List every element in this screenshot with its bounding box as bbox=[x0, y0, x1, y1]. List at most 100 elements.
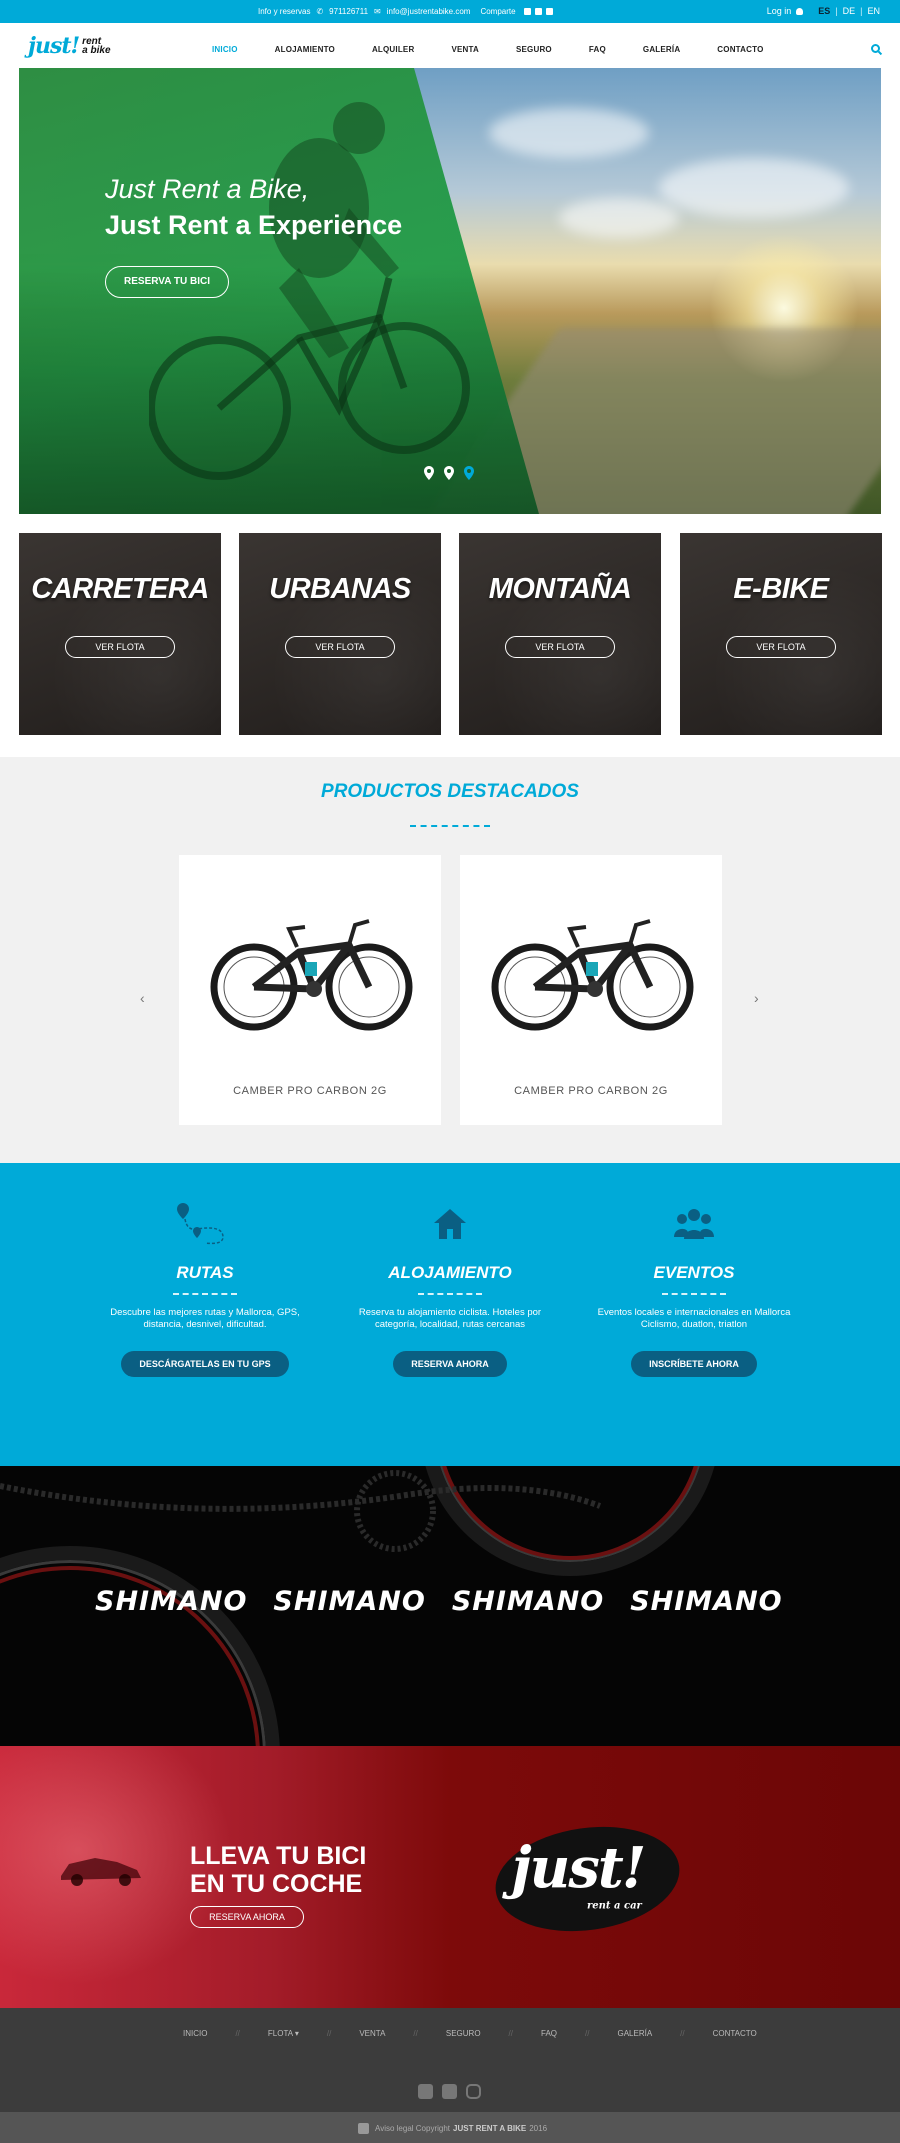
twitter-icon[interactable] bbox=[534, 8, 542, 15]
slide-dot-pin-icon[interactable] bbox=[424, 466, 434, 480]
service-divider bbox=[173, 1293, 237, 1295]
sponsor-logo[interactable]: SHIMANO bbox=[630, 1586, 782, 1617]
footer: INICIO // FLOTA ▾ // VENTA // SEGURO // … bbox=[0, 2008, 900, 2112]
footer-link-flota[interactable]: FLOTA ▾ bbox=[268, 2029, 299, 2038]
ver-flota-button[interactable]: VER FLOTA bbox=[726, 636, 836, 658]
footer-social bbox=[418, 2084, 481, 2099]
info-label: Info y reservas bbox=[258, 7, 311, 16]
category-tile-urbanas[interactable]: URBANAS VER FLOTA bbox=[239, 533, 441, 735]
contact-info: Info y reservas ✆ 971126711 ✉ info@justr… bbox=[258, 7, 553, 16]
featured-title: PRODUCTOS DESTACADOS bbox=[321, 781, 579, 802]
twitter-icon[interactable] bbox=[442, 2084, 457, 2099]
service-text: Eventos locales e internacionales en Mal… bbox=[597, 1307, 791, 1330]
reserve-now-button[interactable]: RESERVA AHORA bbox=[393, 1351, 507, 1377]
car-illustration bbox=[61, 1858, 141, 1886]
product-card[interactable]: CAMBER PRO CARBON 2G bbox=[179, 855, 441, 1125]
phone-link[interactable]: 971126711 bbox=[329, 7, 368, 16]
top-bar: Info y reservas ✆ 971126711 ✉ info@justr… bbox=[0, 0, 900, 23]
product-card[interactable]: CAMBER PRO CARBON 2G bbox=[460, 855, 722, 1125]
car-promo-band: LLEVA TU BICI EN TU COCHE RESERVA AHORA j… bbox=[0, 1746, 900, 2008]
promo-reserve-button[interactable]: RESERVA AHORA bbox=[190, 1906, 304, 1928]
instagram-icon[interactable] bbox=[466, 2084, 481, 2099]
product-name[interactable]: CAMBER PRO CARBON 2G bbox=[179, 1085, 441, 1097]
email-share-icon[interactable] bbox=[545, 8, 553, 15]
legal-link[interactable]: Aviso legal Copyright bbox=[375, 2124, 450, 2133]
nav-inicio[interactable]: INICIO bbox=[212, 45, 238, 54]
slide-dot-pin-icon[interactable] bbox=[444, 466, 454, 480]
lang-en[interactable]: EN bbox=[867, 6, 880, 16]
service-divider bbox=[418, 1293, 482, 1295]
category-tile-carretera[interactable]: CARRETERA VER FLOTA bbox=[19, 533, 221, 735]
route-map-icon bbox=[90, 1203, 320, 1247]
sponsor-logo[interactable]: SHIMANO bbox=[95, 1586, 247, 1617]
category-name: E-BIKE bbox=[733, 573, 829, 605]
cloud-shape bbox=[659, 158, 849, 218]
nav-seguro[interactable]: SEGURO bbox=[516, 45, 552, 54]
login-link[interactable]: Log in bbox=[767, 6, 792, 16]
nav-faq[interactable]: FAQ bbox=[589, 45, 606, 54]
slide-dot-pin-icon-active[interactable] bbox=[464, 466, 474, 480]
email-link[interactable]: info@justrentabike.com bbox=[387, 7, 471, 16]
site-mini-logo-icon bbox=[358, 2123, 369, 2134]
category-tile-montana[interactable]: MONTAÑA VER FLOTA bbox=[459, 533, 661, 735]
product-name[interactable]: CAMBER PRO CARBON 2G bbox=[460, 1085, 722, 1097]
service-title: ALOJAMIENTO bbox=[388, 1263, 512, 1282]
service-title: EVENTOS bbox=[653, 1263, 735, 1282]
hero-title-line2: Just Rent a Experience bbox=[105, 210, 403, 240]
category-tile-ebike[interactable]: E-BIKE VER FLOTA bbox=[680, 533, 882, 735]
facebook-icon[interactable] bbox=[523, 8, 531, 15]
copyright-year: 2016 bbox=[529, 2124, 548, 2133]
hero-reserve-button[interactable]: RESERVA TU BICI bbox=[105, 266, 229, 298]
slider-dots bbox=[424, 466, 474, 480]
logo-just: just! bbox=[28, 33, 80, 59]
search-icon[interactable] bbox=[871, 44, 880, 53]
rent-a-car-logo[interactable]: just! rent a car bbox=[488, 1815, 687, 1943]
hero-title-line1: Just Rent a Bike, bbox=[105, 174, 310, 204]
account-language: Log in ES | DE | EN bbox=[767, 6, 880, 16]
lang-separator: | bbox=[835, 6, 838, 16]
service-text: Descubre las mejores rutas y Mallorca, G… bbox=[110, 1307, 300, 1330]
download-gps-button[interactable]: DESCÁRGATELAS EN TU GPS bbox=[121, 1351, 289, 1377]
lang-de[interactable]: DE bbox=[843, 6, 856, 16]
footer-link-faq[interactable]: FAQ bbox=[541, 2029, 557, 2038]
site-logo[interactable]: just! rent a bike bbox=[28, 33, 111, 59]
footer-link-inicio[interactable]: INICIO bbox=[183, 2029, 207, 2038]
cloud-shape bbox=[559, 198, 679, 238]
facebook-icon[interactable] bbox=[418, 2084, 433, 2099]
copyright-brand: JUST RENT A BIKE bbox=[453, 2124, 527, 2133]
nav-alojamiento[interactable]: ALOJAMIENTO bbox=[275, 45, 335, 54]
footer-link-seguro[interactable]: SEGURO bbox=[446, 2029, 481, 2038]
share-icons bbox=[523, 8, 553, 15]
sponsor-logo[interactable]: SHIMANO bbox=[273, 1586, 425, 1617]
sponsor-logo[interactable]: SHIMANO bbox=[452, 1586, 604, 1617]
ver-flota-button[interactable]: VER FLOTA bbox=[285, 636, 395, 658]
service-title: RUTAS bbox=[176, 1263, 234, 1282]
share-label: Comparte bbox=[480, 7, 516, 16]
category-name: MONTAÑA bbox=[488, 573, 632, 605]
carousel-next-arrow[interactable]: › bbox=[754, 990, 759, 1006]
group-icon bbox=[579, 1203, 809, 1247]
category-name: URBANAS bbox=[269, 573, 411, 605]
main-header: just! rent a bike INICIO ALOJAMIENTO ALQU… bbox=[0, 23, 900, 68]
lang-es[interactable]: ES bbox=[818, 6, 830, 16]
services-section: RUTAS Descubre las mejores rutas y Mallo… bbox=[0, 1163, 900, 1466]
nav-contacto[interactable]: CONTACTO bbox=[717, 45, 763, 54]
ver-flota-button[interactable]: VER FLOTA bbox=[505, 636, 615, 658]
nav-alquiler[interactable]: ALQUILER bbox=[372, 45, 415, 54]
nav-venta[interactable]: VENTA bbox=[451, 45, 479, 54]
logo-rent-a-car: rent a car bbox=[587, 1900, 642, 1912]
main-nav: INICIO ALOJAMIENTO ALQUILER VENTA SEGURO… bbox=[212, 45, 764, 54]
register-now-button[interactable]: INSCRÍBETE AHORA bbox=[631, 1351, 757, 1377]
service-alojamiento: ALOJAMIENTO Reserva tu alojamiento cicli… bbox=[335, 1203, 565, 1377]
hero-slider: Just Rent a Bike, Just Rent a Experience… bbox=[19, 68, 881, 514]
copyright-bar: Aviso legal Copyright JUST RENT A BIKE 2… bbox=[0, 2112, 900, 2143]
nav-galeria[interactable]: GALERÍA bbox=[643, 45, 680, 54]
user-icon bbox=[796, 7, 804, 15]
footer-link-galeria[interactable]: GALERÍA bbox=[617, 2029, 652, 2038]
ver-flota-button[interactable]: VER FLOTA bbox=[65, 636, 175, 658]
carousel-prev-arrow[interactable]: ‹ bbox=[140, 990, 145, 1006]
service-eventos: EVENTOS Eventos locales e internacionale… bbox=[579, 1203, 809, 1377]
cloud-shape bbox=[489, 108, 649, 158]
footer-link-contacto[interactable]: CONTACTO bbox=[713, 2029, 757, 2038]
footer-link-venta[interactable]: VENTA bbox=[359, 2029, 385, 2038]
